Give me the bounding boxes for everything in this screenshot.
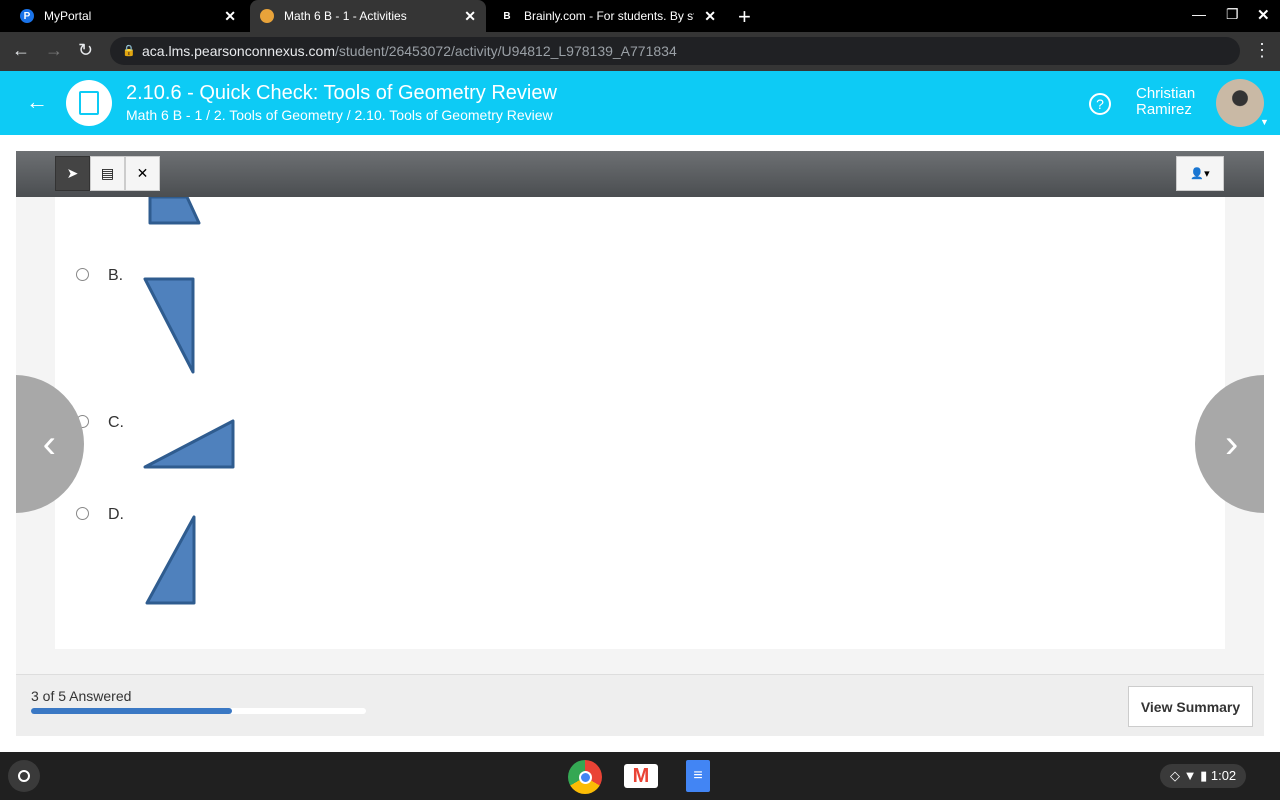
os-shelf: M ≡ ◇ ▼ ▮ 1:02 xyxy=(0,752,1280,800)
close-icon: ✕ xyxy=(136,165,149,181)
menu-icon[interactable]: ⋮ xyxy=(1253,40,1271,61)
chevron-right-icon: › xyxy=(1225,421,1239,466)
answered-status: 3 of 5 Answered xyxy=(31,688,132,704)
forward-icon[interactable]: → xyxy=(45,40,63,61)
triangle-b xyxy=(143,277,195,374)
tab-brainly[interactable]: B Brainly.com - For students. By st ✕ xyxy=(490,0,726,32)
accessibility-menu-button[interactable]: 👤▾ xyxy=(1176,156,1224,191)
user-name[interactable]: Christian Ramirez xyxy=(1136,86,1195,118)
eliminate-tool-button[interactable]: ✕ xyxy=(125,156,160,191)
tab-activities[interactable]: Math 6 B - 1 - Activities ✕ xyxy=(250,0,486,32)
new-tab-button[interactable]: + xyxy=(738,4,751,30)
option-d-radio[interactable] xyxy=(76,507,89,520)
owl-icon xyxy=(260,9,274,23)
answer-figures xyxy=(143,197,235,605)
triangle-c xyxy=(143,419,235,469)
lock-icon: 🔒 xyxy=(122,45,136,57)
close-tab-icon[interactable]: ✕ xyxy=(224,8,236,25)
pointer-tool-button[interactable]: ➤ xyxy=(55,156,90,191)
back-icon[interactable]: ← xyxy=(12,40,30,61)
triangle-d xyxy=(145,515,196,605)
question-card xyxy=(55,197,1225,649)
tools-toolbar xyxy=(16,151,1264,197)
launcher-button[interactable] xyxy=(8,760,40,792)
option-c-label: C. xyxy=(108,414,124,431)
view-summary-button[interactable]: View Summary xyxy=(1128,686,1253,727)
activity-header: ← 2.10.6 - Quick Check: Tools of Geometr… xyxy=(0,71,1280,135)
gmail-icon[interactable]: M xyxy=(624,764,658,788)
triangle-a xyxy=(148,197,201,225)
note-icon: ▤ xyxy=(100,165,115,181)
wifi-battery-icon: ◇ ▼ ▮ xyxy=(1170,768,1211,783)
tab-myportal[interactable]: P MyPortal ✕ xyxy=(10,0,246,32)
option-b-radio[interactable] xyxy=(76,268,89,281)
close-window-button[interactable]: ✕ xyxy=(1257,6,1270,24)
option-b-label: B. xyxy=(108,267,124,284)
tab-strip: P MyPortal ✕ Math 6 B - 1 - Activities ✕… xyxy=(0,0,1280,32)
cursor-icon: ➤ xyxy=(66,165,79,181)
help-icon[interactable]: ? xyxy=(1089,93,1111,115)
brainly-icon: B xyxy=(503,10,511,22)
person-icon: 👤▾ xyxy=(1190,168,1210,180)
close-tab-icon[interactable]: ✕ xyxy=(464,8,476,25)
minimize-button[interactable]: — xyxy=(1192,6,1206,22)
docs-icon[interactable]: ≡ xyxy=(686,760,710,792)
status-tray[interactable]: ◇ ▼ ▮ 1:02 xyxy=(1160,764,1247,788)
progress-bar xyxy=(31,708,366,714)
maximize-button[interactable]: ❐ xyxy=(1226,6,1239,23)
url-input[interactable]: 🔒 aca.lms.pearsonconnexus.com/student/26… xyxy=(110,37,1240,65)
caret-down-icon[interactable]: ▼ xyxy=(1260,117,1269,127)
breadcrumb: Math 6 B - 1 / 2. Tools of Geometry / 2.… xyxy=(126,107,553,123)
checklist-icon xyxy=(66,80,112,126)
pearson-icon: P xyxy=(20,9,34,23)
chrome-icon[interactable] xyxy=(568,760,602,794)
progress-fill xyxy=(31,708,232,714)
note-tool-button[interactable]: ▤ xyxy=(90,156,125,191)
avatar[interactable] xyxy=(1216,79,1264,127)
close-tab-icon[interactable]: ✕ xyxy=(704,8,716,25)
option-d-label: D. xyxy=(108,506,124,523)
chevron-left-icon: ‹ xyxy=(42,421,56,466)
footer: 3 of 5 Answered View Summary xyxy=(16,674,1264,736)
page-title: 2.10.6 - Quick Check: Tools of Geometry … xyxy=(126,82,557,104)
reload-icon[interactable]: ↻ xyxy=(78,40,93,61)
back-arrow-icon[interactable]: ← xyxy=(26,89,48,115)
